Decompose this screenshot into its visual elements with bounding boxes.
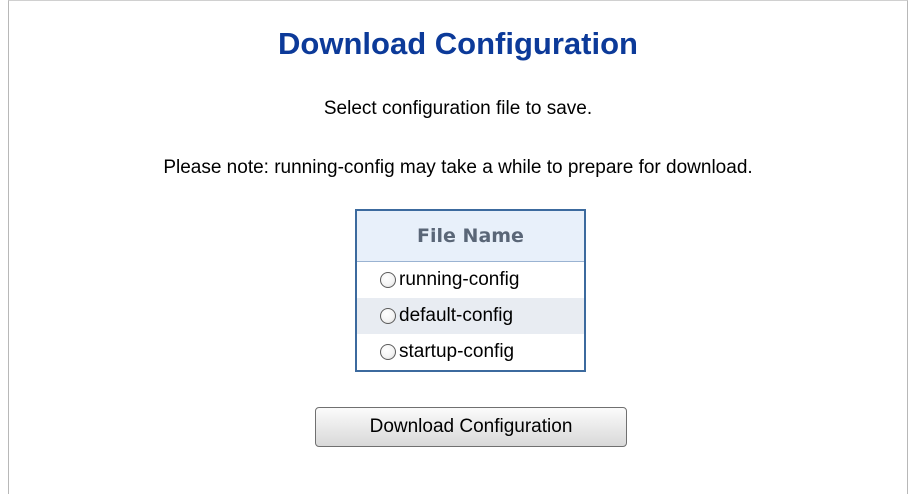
file-option-label: running-config <box>399 269 520 290</box>
page-subtitle: Select configuration file to save. <box>323 98 593 119</box>
radio-button-icon[interactable] <box>380 344 396 360</box>
download-note: Please note: running-config may take a w… <box>163 157 753 178</box>
file-option-running-config[interactable]: running-config <box>357 262 584 298</box>
file-option-label: startup-config <box>399 341 515 362</box>
file-name-table: File Name running-config default-config … <box>355 209 586 372</box>
radio-button-icon[interactable] <box>380 272 396 288</box>
file-name-header: File Name <box>357 211 584 262</box>
file-option-label: default-config <box>399 305 514 326</box>
download-configuration-button[interactable]: Download Configuration <box>315 407 627 447</box>
radio-button-icon[interactable] <box>380 308 396 324</box>
page-title: Download Configuration <box>278 26 638 61</box>
file-option-startup-config[interactable]: startup-config <box>357 334 584 370</box>
file-option-default-config[interactable]: default-config <box>357 298 584 334</box>
